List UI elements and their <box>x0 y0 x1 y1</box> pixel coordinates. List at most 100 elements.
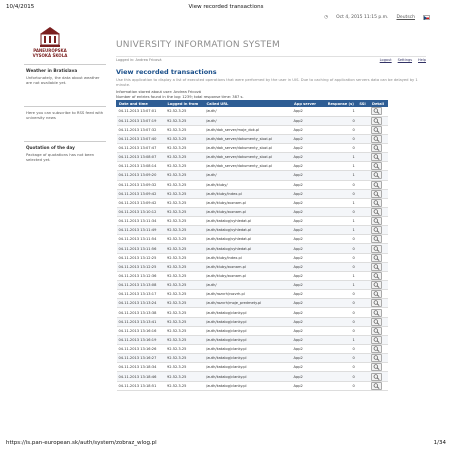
cell-logged-from: 92.52.3.25 <box>164 262 204 272</box>
detail-button[interactable] <box>371 235 383 244</box>
magnifier-icon <box>374 172 380 179</box>
settings-link[interactable]: Settings <box>398 58 412 62</box>
cell-response: 0 <box>325 253 357 263</box>
cell-called-url: /auth/katalog/clanky.pl <box>203 344 292 355</box>
cell-app-server: App2 <box>291 134 326 144</box>
cell-app-server: App2 <box>291 189 326 199</box>
detail-button[interactable] <box>371 381 383 390</box>
detail-button[interactable] <box>371 107 383 116</box>
table-row: 04.11.2013 13:12:25 92.52.3.25/auth/kluby… <box>116 253 388 263</box>
cell-called-url: /auth/kluby/index.pl <box>203 253 292 263</box>
detail-button[interactable] <box>371 335 383 344</box>
detail-button[interactable] <box>371 125 383 134</box>
detail-button[interactable] <box>371 345 383 354</box>
detail-button[interactable] <box>371 363 383 372</box>
language-link[interactable]: Deutsch <box>396 15 415 20</box>
table-row: 04.11.2013 13:13:38 92.52.3.25/auth/katal… <box>116 307 388 318</box>
cell-response: 0 <box>325 243 357 254</box>
cell-datetime: 04.11.2013 13:13:17 <box>116 289 165 300</box>
cell-called-url: /auth/ <box>203 116 292 126</box>
cell-called-url: /auth/katalog/vyhledat.pl <box>203 243 292 254</box>
cell-response: 0 <box>325 353 357 364</box>
detail-button[interactable] <box>371 281 383 290</box>
detail-button[interactable] <box>371 153 383 162</box>
detail-button[interactable] <box>371 253 383 262</box>
cell-called-url: /auth/kluby/zoznam.pl <box>203 262 292 272</box>
table-row: 04.11.2013 13:13:17 92.52.3.25/auth/rozvr… <box>116 289 388 300</box>
cell-called-url: /auth/ <box>203 106 292 117</box>
cell-detail <box>369 371 388 382</box>
detail-button[interactable] <box>371 217 383 226</box>
cell-ssi <box>356 253 370 263</box>
cell-called-url: /auth/katalog/clanky.pl <box>203 335 292 346</box>
logout-link[interactable]: Logout <box>380 58 392 62</box>
cell-detail <box>369 344 388 355</box>
nav-line: Logged in: Andrea Fricová Logout Setting… <box>116 56 426 62</box>
university-logo[interactable]: PANEURÓPSKA VYSOKÁ ŠKOLA <box>28 26 72 64</box>
detail-button[interactable] <box>371 189 383 198</box>
cell-datetime: 04.11.2013 13:08:07 <box>116 152 165 163</box>
cell-ssi <box>356 180 370 190</box>
detail-button[interactable] <box>371 308 383 317</box>
detail-button[interactable] <box>371 134 383 143</box>
cell-app-server: App2 <box>291 152 326 163</box>
cell-called-url: /auth/katalog/vyhledat.pl <box>203 216 292 227</box>
cell-detail <box>369 262 388 272</box>
cell-datetime: 04.11.2013 13:09:42 <box>116 189 165 199</box>
cell-called-url: /auth/katalog/vyhledat.pl <box>203 234 292 245</box>
detail-button[interactable] <box>371 198 383 207</box>
cell-response: 0 <box>325 189 357 199</box>
logged-in-text: Logged in: Andrea Fricová <box>116 58 162 62</box>
detail-button[interactable] <box>371 317 383 326</box>
cell-logged-from: 92.52.3.25 <box>164 234 204 245</box>
cell-ssi <box>356 371 370 382</box>
detail-button[interactable] <box>371 290 383 299</box>
detail-button[interactable] <box>371 326 383 335</box>
cell-app-server: App2 <box>291 280 326 291</box>
cell-datetime: 04.11.2013 13:16:26 <box>116 344 165 355</box>
cell-response: 1 <box>325 106 357 117</box>
detail-button[interactable] <box>371 262 383 271</box>
detail-button[interactable] <box>371 299 383 308</box>
help-link[interactable]: Help <box>418 58 426 62</box>
detail-button[interactable] <box>371 226 383 235</box>
rss-link[interactable]: Here you can subscribe to RSS feed with … <box>26 110 104 120</box>
detail-button[interactable] <box>371 162 383 171</box>
magnifier-icon <box>374 355 380 362</box>
detail-button[interactable] <box>371 354 383 363</box>
detail-button[interactable] <box>371 171 383 180</box>
cell-app-server: App2 <box>291 353 326 364</box>
cell-called-url: /auth/katalog/vyhledat.pl <box>203 225 292 236</box>
print-page: 10/4/2015 View recorded transactions ◷ O… <box>0 0 452 452</box>
cell-datetime: 04.11.2013 13:09:32 <box>116 180 165 190</box>
czech-flag-icon[interactable] <box>423 15 430 20</box>
cell-logged-from: 92.52.3.25 <box>164 326 204 336</box>
cell-ssi <box>356 280 370 291</box>
cell-logged-from: 92.52.3.25 <box>164 225 204 236</box>
cell-ssi <box>356 344 370 355</box>
detail-button[interactable] <box>371 144 383 152</box>
detail-button[interactable] <box>371 372 383 381</box>
cell-logged-from: 92.52.3.25 <box>164 353 204 364</box>
detail-button[interactable] <box>371 116 383 125</box>
cell-ssi <box>356 216 370 227</box>
cell-detail <box>369 216 388 227</box>
cell-app-server: App2 <box>291 371 326 382</box>
page-description: Use this application to display a list o… <box>116 78 418 87</box>
cell-detail <box>369 253 388 263</box>
detail-button[interactable] <box>371 271 383 280</box>
log-count-info: Number of entries found in the log: 1239… <box>116 94 244 99</box>
detail-button[interactable] <box>371 244 383 253</box>
print-page-number: 1/34 <box>433 440 446 446</box>
cell-detail <box>369 161 388 172</box>
magnifier-icon <box>374 218 380 225</box>
magnifier-icon <box>374 273 380 279</box>
cell-detail <box>369 198 388 208</box>
cell-logged-from: 92.52.3.25 <box>164 170 204 181</box>
cell-response: 1 <box>325 152 357 163</box>
detail-button[interactable] <box>371 207 383 216</box>
detail-button[interactable] <box>371 180 383 189</box>
cell-logged-from: 92.52.3.25 <box>164 134 204 144</box>
cell-app-server: App2 <box>291 381 326 391</box>
cell-app-server: App2 <box>291 180 326 190</box>
